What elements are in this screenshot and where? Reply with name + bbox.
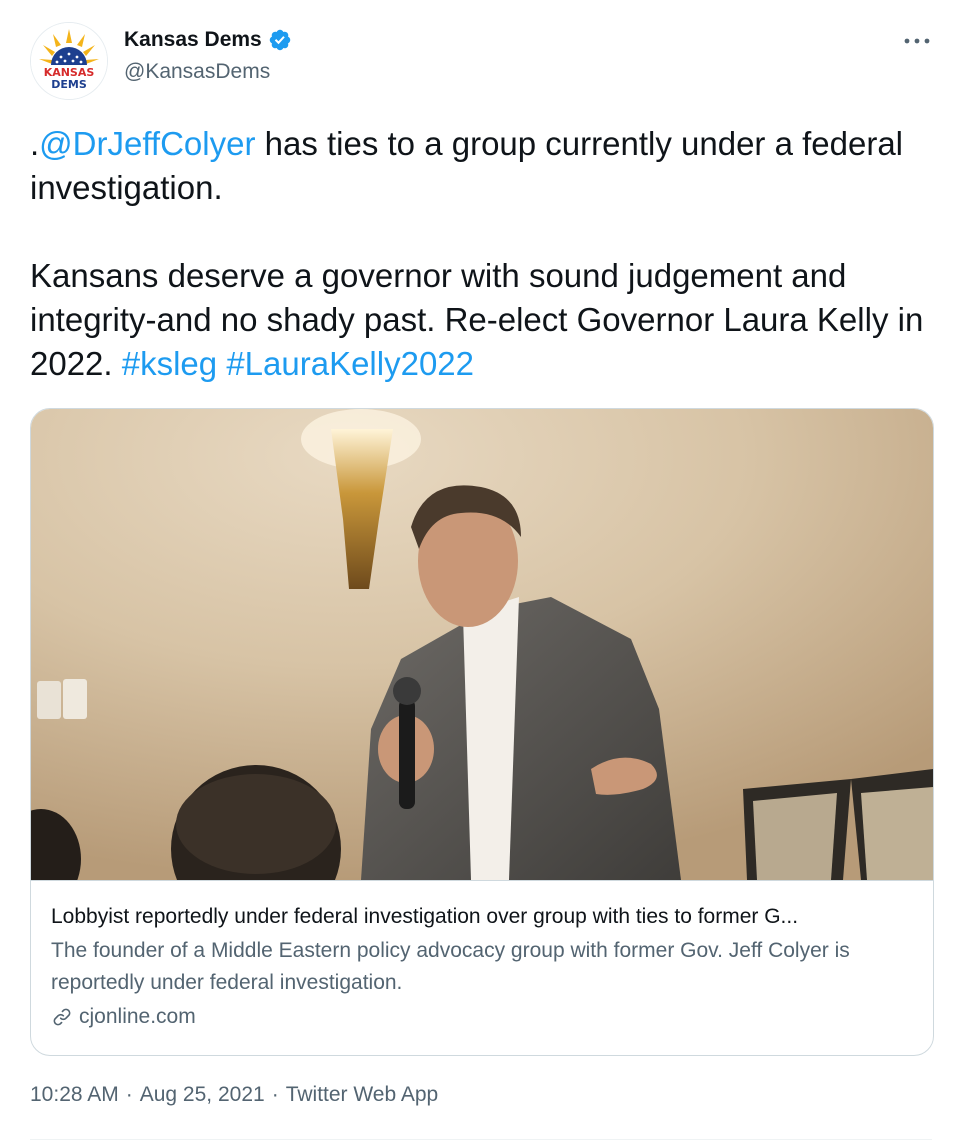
kansas-dems-logo-icon: KANSAS DEMS [31,23,107,99]
mention-link[interactable]: @DrJeffColyer [39,125,255,162]
more-options-button[interactable] [902,28,932,54]
card-title[interactable]: Lobbyist reportedly under federal invest… [51,903,913,931]
link-preview-card[interactable]: Lobbyist reportedly under federal invest… [30,408,934,1056]
hashtag-laurakelly2022-link[interactable]: #LauraKelly2022 [226,345,474,382]
tweet: KANSAS DEMS Kansas Dems @KansasDems .@Dr… [0,0,962,1142]
verified-badge-icon [269,29,290,51]
card-description: The founder of a Middle Eastern policy a… [51,939,850,994]
tweet-date[interactable]: Aug 25, 2021 [140,1083,265,1107]
tweet-time[interactable]: 10:28 AM [30,1083,119,1107]
tweet-meta: 10:28 AM · Aug 25, 2021 · Twitter Web Ap… [30,1083,438,1107]
author-handle[interactable]: @KansasDems [124,60,292,84]
avatar[interactable]: KANSAS DEMS [30,22,108,100]
card-domain[interactable]: cjonline.com [79,1005,196,1029]
article-photo-icon[interactable] [31,409,933,880]
divider [30,1139,932,1140]
tweet-text: .@DrJeffColyer has ties to a group curre… [30,122,940,386]
tweet-paragraph-2: Kansans deserve a governor with sound ju… [30,254,940,386]
card-info[interactable]: Lobbyist reportedly under federal invest… [31,880,933,1055]
lead-dot: . [30,125,40,162]
author-block: Kansas Dems @KansasDems [124,26,292,84]
more-dots-icon [904,38,930,44]
meta-separator: · [271,1083,279,1106]
link-icon [53,1008,71,1026]
tweet-paragraph-1: .@DrJeffColyer has ties to a group curre… [30,122,940,210]
tweet-source[interactable]: Twitter Web App [286,1083,439,1107]
name-row: Kansas Dems [124,26,292,54]
card-domain-row: cjonline.com [51,1005,913,1029]
author-name[interactable]: Kansas Dems [124,28,262,52]
meta-separator: · [125,1083,133,1106]
hashtag-ksleg-link[interactable]: #ksleg [122,345,217,382]
svg-text:DEMS: DEMS [51,78,87,91]
